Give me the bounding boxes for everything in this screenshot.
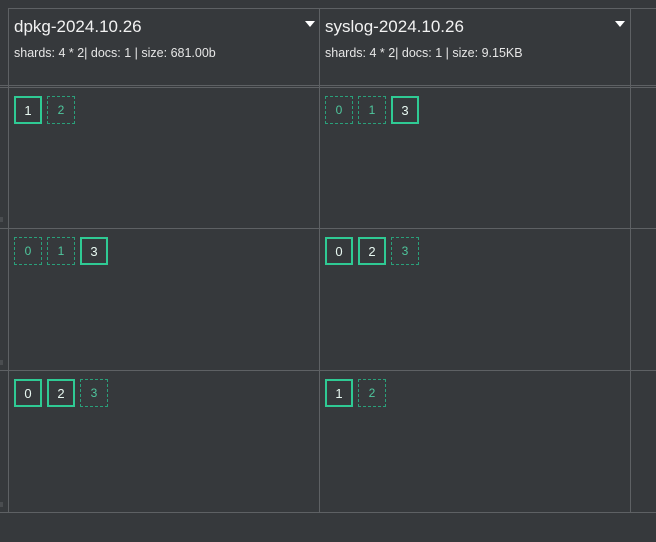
index-menu-caret-icon[interactable] xyxy=(305,21,315,27)
shard-replica[interactable]: 2 xyxy=(47,96,75,124)
bottom-border xyxy=(0,512,656,513)
shard-primary[interactable]: 3 xyxy=(391,96,419,124)
shard-primary[interactable]: 2 xyxy=(358,237,386,265)
shard-group: 12 xyxy=(14,96,75,124)
shard-primary[interactable]: 3 xyxy=(80,237,108,265)
row-divider xyxy=(0,228,656,229)
shard-group: 023 xyxy=(325,237,419,265)
index-header: dpkg-2024.10.26 shards: 4 * 2| docs: 1 |… xyxy=(8,8,319,85)
node-marker xyxy=(0,502,3,507)
shard-group: 013 xyxy=(325,96,419,124)
row-divider xyxy=(0,370,656,371)
shard-group: 013 xyxy=(14,237,108,265)
column-divider xyxy=(630,8,631,512)
shard-group: 023 xyxy=(14,379,108,407)
shard-replica[interactable]: 0 xyxy=(325,96,353,124)
header-divider xyxy=(0,85,656,88)
shard-primary[interactable]: 1 xyxy=(325,379,353,407)
shard-primary[interactable]: 2 xyxy=(47,379,75,407)
index-stats: shards: 4 * 2| docs: 1 | size: 681.00b xyxy=(14,46,216,60)
node-marker xyxy=(0,217,3,222)
shard-replica[interactable]: 1 xyxy=(358,96,386,124)
index-name: dpkg-2024.10.26 xyxy=(14,17,142,36)
shard-replica[interactable]: 3 xyxy=(80,379,108,407)
shard-primary[interactable]: 0 xyxy=(325,237,353,265)
node-marker xyxy=(0,360,3,365)
index-header: syslog-2024.10.26 shards: 4 * 2| docs: 1… xyxy=(319,8,630,85)
shard-replica[interactable]: 2 xyxy=(358,379,386,407)
index-name: syslog-2024.10.26 xyxy=(325,17,464,36)
shard-group: 12 xyxy=(325,379,386,407)
shard-replica[interactable]: 0 xyxy=(14,237,42,265)
index-stats: shards: 4 * 2| docs: 1 | size: 9.15KB xyxy=(325,46,523,60)
index-menu-caret-icon[interactable] xyxy=(615,21,625,27)
shard-replica[interactable]: 1 xyxy=(47,237,75,265)
shard-primary[interactable]: 1 xyxy=(14,96,42,124)
shard-primary[interactable]: 0 xyxy=(14,379,42,407)
shard-replica[interactable]: 3 xyxy=(391,237,419,265)
